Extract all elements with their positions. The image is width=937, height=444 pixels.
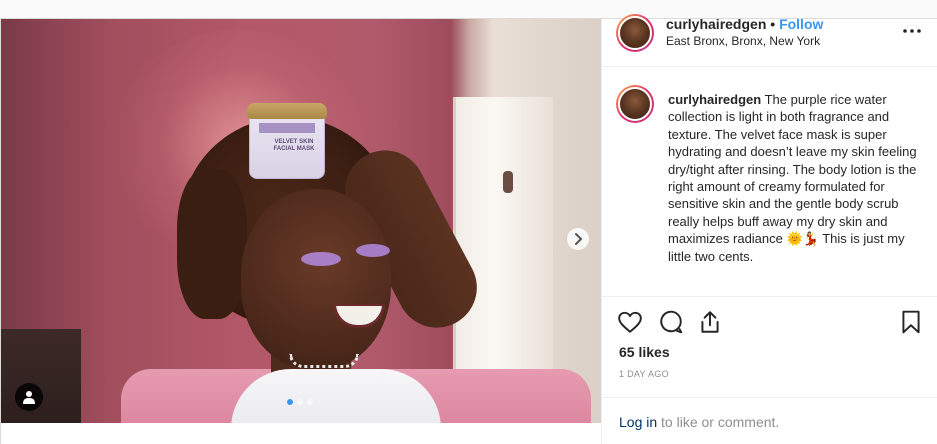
photo-furniture (1, 329, 81, 423)
more-options-button[interactable] (902, 21, 922, 41)
carousel-dot (297, 399, 303, 405)
share-icon[interactable] (697, 309, 723, 335)
post-timestamp: 1 DAY AGO (619, 369, 669, 379)
user-tag-icon (23, 391, 35, 404)
username-link[interactable]: curlyhairedgen (666, 16, 766, 32)
chevron-right-icon (575, 233, 582, 245)
carousel-next-button[interactable] (567, 228, 589, 250)
caption-text: The purple rice water collection is ligh… (668, 92, 917, 264)
follow-button[interactable]: Follow (779, 16, 823, 32)
header-username-row: curlyhairedgen • Follow (666, 16, 823, 32)
avatar-image (618, 16, 652, 50)
photo-jar-band (259, 123, 315, 133)
avatar-image (618, 87, 652, 121)
bookmark-icon[interactable] (898, 309, 924, 335)
photo-doorknob (503, 171, 513, 193)
photo-hair-side (177, 169, 247, 319)
user-tag-button[interactable] (15, 383, 43, 411)
photo-choker (289, 354, 359, 368)
post-caption: curlyhairedgen The purple rice water col… (668, 91, 918, 265)
carousel-dot (307, 399, 313, 405)
action-bar: 65 likes 1 DAY AGO (602, 296, 937, 406)
instagram-post: VELVET SKIN FACIAL MASK curlyhairedgen • (0, 14, 937, 444)
login-prompt: Log in to like or comment. (619, 414, 779, 430)
photo-shirt (231, 369, 441, 423)
carousel-dot (287, 399, 293, 405)
login-prompt-suffix: to like or comment. (657, 414, 780, 430)
photo-jar-lid (247, 103, 327, 119)
post-sidebar: curlyhairedgen • Follow East Bronx, Bron… (601, 14, 937, 444)
likes-count[interactable]: 65 likes (619, 344, 670, 360)
photo-jar-label: VELVET SKIN FACIAL MASK (273, 139, 315, 152)
comment-icon[interactable] (658, 309, 684, 335)
separator-dot: • (770, 16, 776, 32)
avatar[interactable] (616, 85, 654, 123)
location-link[interactable]: East Bronx, Bronx, New York (666, 34, 820, 48)
more-options-icon (903, 29, 921, 33)
post-photo[interactable]: VELVET SKIN FACIAL MASK (1, 19, 601, 423)
photo-eyeshadow-left (301, 252, 341, 266)
post-header: curlyhairedgen • Follow East Bronx, Bron… (602, 14, 937, 67)
comment-bar: Log in to like or comment. (602, 397, 937, 444)
photo-eyeshadow-right (356, 244, 390, 257)
caption-username[interactable]: curlyhairedgen (668, 92, 761, 107)
avatar[interactable] (616, 14, 654, 52)
photo-face (241, 189, 391, 369)
carousel-dots (287, 399, 313, 405)
login-link[interactable]: Log in (619, 414, 657, 430)
heart-icon[interactable] (617, 309, 643, 335)
